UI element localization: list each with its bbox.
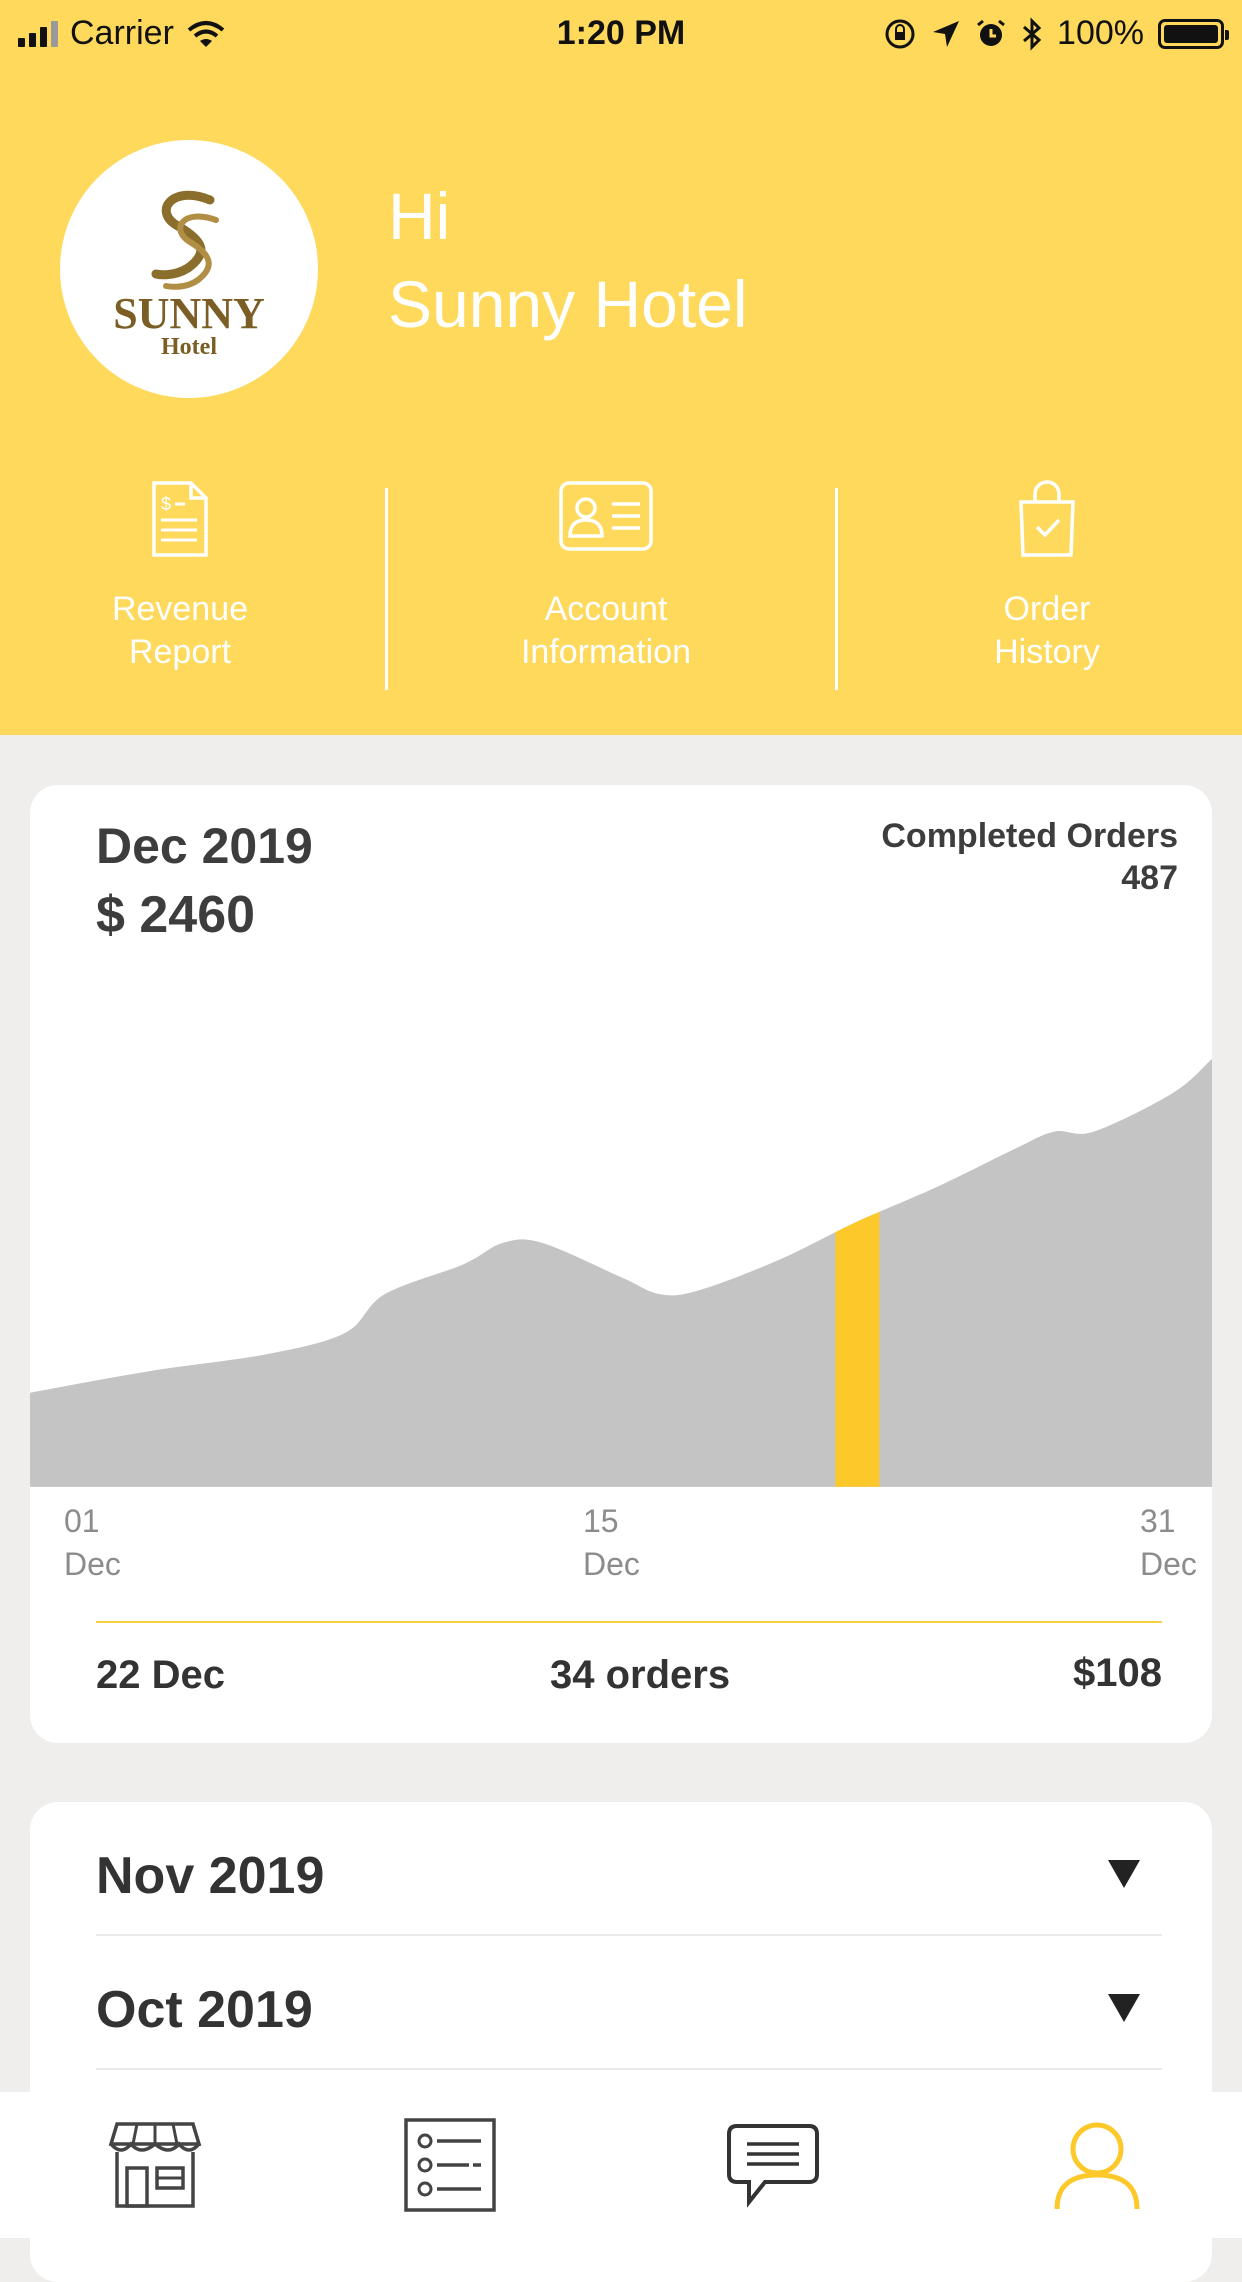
completed-orders-label: Completed Orders [881, 817, 1178, 855]
hotel-logo: SUNNY Hotel [60, 140, 318, 398]
selected-date: 22 Dec [96, 1653, 225, 1697]
revenue-area [30, 1058, 1212, 1487]
account-information-button[interactable]: Account Information [456, 480, 756, 674]
chart-month: Dec 2019 [96, 818, 313, 874]
order-history-label-2: History [994, 633, 1100, 671]
x-tick-day: 15 [583, 1503, 619, 1539]
greeting: Hi Sunny Hotel [388, 172, 748, 348]
id-card-icon [559, 481, 653, 551]
month-row-nov[interactable]: Nov 2019 [96, 1802, 1162, 1936]
x-tick-day: 01 [64, 1503, 100, 1539]
svg-text:$: $ [161, 494, 171, 514]
revenue-report-button[interactable]: $ Revenue Report [30, 480, 330, 674]
divider [835, 488, 838, 690]
month-row-oct[interactable]: Oct 2019 [96, 1936, 1162, 2070]
divider [385, 488, 388, 690]
account-information-label-2: Information [520, 633, 692, 671]
x-tick-month: Dec [64, 1546, 121, 1582]
revenue-report-label-1: Revenue [111, 590, 249, 628]
x-tick-month: Dec [1140, 1546, 1197, 1582]
chat-icon [727, 2124, 819, 2208]
logo-text: SUNNY [113, 289, 265, 338]
completed-orders: Completed Orders 487 [881, 815, 1178, 899]
dropdown-arrow-icon [1108, 1860, 1140, 1888]
revenue-chart-card: Dec 2019 $ 2460 Completed Orders 487 01 … [30, 785, 1212, 1743]
dropdown-arrow-icon [1108, 1994, 1140, 2022]
summary-divider [96, 1621, 1162, 1623]
selected-amount: $108 [1073, 1651, 1162, 1695]
tab-list[interactable] [295, 2092, 605, 2238]
store-icon [108, 2122, 202, 2208]
tab-profile[interactable] [942, 2092, 1242, 2238]
order-history-button[interactable]: Order History [897, 480, 1197, 674]
revenue-report-icon: $ [152, 481, 208, 557]
completed-orders-count: 487 [1121, 859, 1178, 897]
x-tick-day: 31 [1140, 1503, 1176, 1539]
header: Carrier 1:20 PM 100% SUNNY Hotel Hi Sunn… [0, 0, 1242, 735]
location-icon [933, 20, 960, 47]
status-bar: Carrier 1:20 PM 100% [0, 0, 1242, 70]
revenue-report-label-2: Report [128, 633, 232, 671]
month-label: Oct 2019 [96, 1981, 313, 2039]
tab-store[interactable] [0, 2092, 310, 2238]
greeting-hi: Hi [388, 179, 451, 253]
battery-percent: 100% [1057, 14, 1144, 52]
order-history-label-1: Order [1003, 590, 1091, 628]
list-icon [404, 2118, 496, 2212]
x-tick-month: Dec [583, 1546, 640, 1582]
x-tick-mid: 15 Dec [583, 1500, 640, 1586]
account-information-label-1: Account [544, 590, 668, 628]
alarm-icon [977, 19, 1005, 46]
x-tick-end: 31 Dec [1140, 1500, 1197, 1586]
x-tick-start: 01 Dec [64, 1500, 121, 1586]
profile-icon [1054, 2122, 1140, 2210]
tab-bar [0, 2092, 1242, 2238]
month-label: Nov 2019 [96, 1847, 325, 1905]
chart-revenue: $ 2460 [96, 886, 256, 944]
shopping-bag-icon [1019, 480, 1075, 557]
bluetooth-icon [1023, 16, 1042, 51]
rotation-lock-icon [885, 19, 915, 48]
logo-subtext: Hotel [161, 334, 217, 360]
battery-icon [1158, 18, 1229, 49]
tab-chat[interactable] [618, 2092, 928, 2238]
greeting-name: Sunny Hotel [388, 267, 748, 341]
selected-day-bar[interactable] [835, 785, 880, 1487]
selected-orders: 34 orders [550, 1653, 731, 1697]
